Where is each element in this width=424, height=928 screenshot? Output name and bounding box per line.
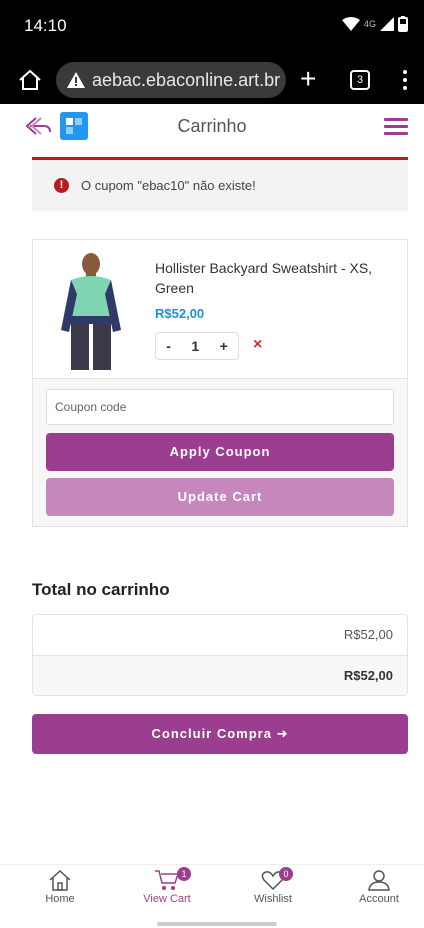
update-cart-button[interactable]: Update Cart (46, 478, 394, 516)
error-icon: ! (54, 178, 69, 193)
alert-message: O cupom "ebac10" não existe! (81, 178, 256, 193)
quantity-value[interactable]: 1 (191, 338, 199, 354)
nav-wishlist-label: Wishlist (254, 893, 292, 905)
coupon-actions: Apply Coupon Update Cart (33, 378, 407, 526)
user-icon (368, 870, 390, 891)
product-image[interactable] (53, 250, 129, 370)
address-bar[interactable]: aebac.ebaconline.art.br (56, 62, 286, 98)
remove-item-icon[interactable]: × (253, 336, 262, 354)
cart-totals-heading: Total no carrinho (32, 580, 170, 599)
nav-account[interactable]: Account (339, 869, 419, 905)
cart-table: Hollister Backyard Sweatshirt - XS, Gree… (32, 239, 408, 527)
hamburger-menu-icon[interactable] (384, 118, 408, 136)
cart-count-badge: 1 (177, 867, 191, 881)
bottom-navigation: Home 1 View Cart 0 Wishlist Account (0, 864, 424, 916)
new-tab-button[interactable]: + (300, 64, 316, 94)
coupon-error-alert: ! O cupom "ebac10" não existe! (32, 157, 408, 211)
nav-home[interactable]: Home (20, 869, 100, 905)
signal-icon (380, 17, 394, 31)
quantity-stepper: - 1 + (155, 332, 239, 360)
wishlist-count-badge: 0 (279, 867, 293, 881)
product-name-link[interactable]: Hollister Backyard Sweatshirt - XS, Gree… (155, 258, 391, 298)
status-time: 14:10 (24, 16, 67, 35)
not-secure-warning-icon[interactable] (66, 71, 86, 89)
status-icons: 4G (341, 16, 408, 32)
nav-account-label: Account (359, 893, 399, 905)
nav-view-cart[interactable]: 1 View Cart (127, 867, 207, 905)
checkout-button[interactable]: Concluir Compra ➜ (32, 714, 408, 754)
total-value: R$52,00 (33, 655, 407, 695)
nav-view-cart-label: View Cart (143, 893, 191, 905)
nav-home-label: Home (45, 893, 75, 905)
battery-icon (398, 16, 408, 32)
browser-menu-icon[interactable] (402, 70, 408, 92)
page-title: Carrinho (177, 116, 247, 136)
cart-totals-table: R$52,00 R$52,00 (32, 614, 408, 696)
network-type: 4G (363, 19, 376, 29)
product-price: R$52,00 (155, 306, 205, 321)
tabs-count-button[interactable]: 3 (350, 70, 370, 90)
app-header: Carrinho (0, 104, 424, 150)
wifi-icon (341, 17, 360, 31)
browser-home-icon[interactable] (16, 66, 44, 94)
gesture-home-indicator[interactable] (157, 922, 277, 926)
browser-toolbar: aebac.ebaconline.art.br + 3 (0, 56, 424, 104)
apply-coupon-button[interactable]: Apply Coupon (46, 433, 394, 471)
coupon-code-input[interactable] (46, 389, 394, 425)
home-icon (49, 869, 71, 891)
quantity-decrease-button[interactable]: - (166, 338, 171, 354)
nav-wishlist[interactable]: 0 Wishlist (233, 867, 313, 905)
status-bar: 14:10 4G (0, 0, 424, 56)
quantity-increase-button[interactable]: + (220, 338, 228, 354)
subtotal-value: R$52,00 (343, 627, 393, 642)
url-text[interactable]: aebac.ebaconline.art.br (92, 70, 280, 91)
